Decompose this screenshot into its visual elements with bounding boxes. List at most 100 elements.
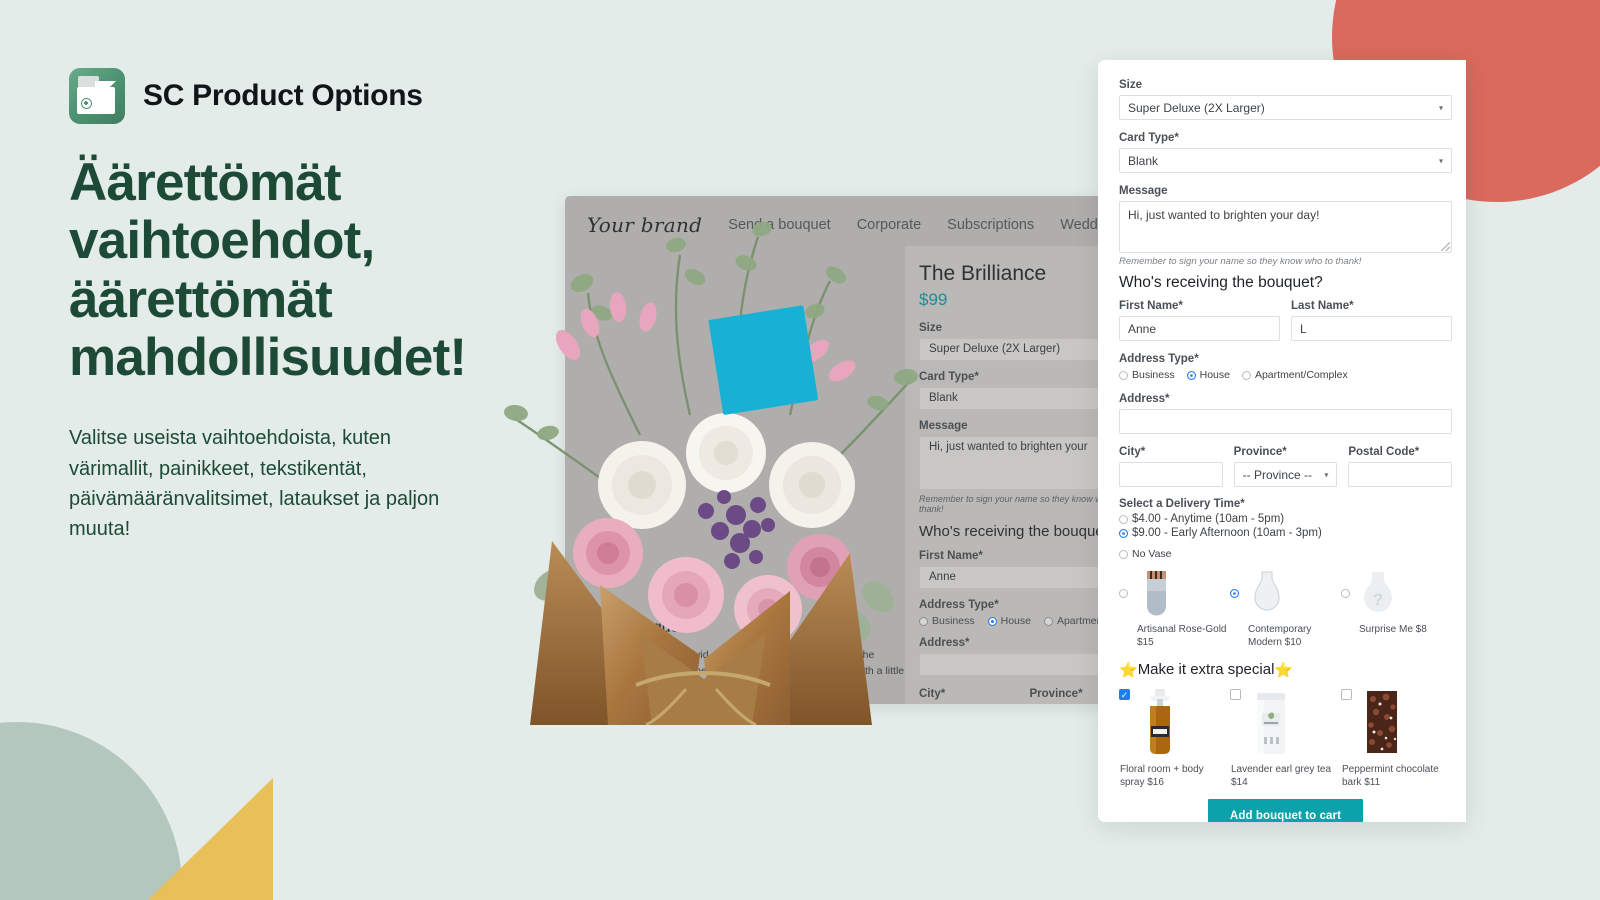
vase-option-surprise-label: Surprise Me $8 bbox=[1358, 624, 1427, 635]
background-product-title: The Brilliance bbox=[919, 262, 1047, 285]
radio-dot-selected-icon bbox=[987, 616, 997, 626]
radio-dot-icon bbox=[1043, 616, 1053, 626]
chevron-down-icon: ▾ bbox=[1438, 156, 1443, 165]
address-label: Address* bbox=[1119, 393, 1170, 405]
background-message-hint: Remember to sign your name so they know … bbox=[919, 494, 1122, 514]
province-select[interactable]: -- Province -- ▾ bbox=[1233, 462, 1338, 487]
extras-options-row: ✓ Floral room + body spray $16 Lavender … bbox=[1119, 687, 1452, 789]
message-textarea[interactable]: Hi, just wanted to brighten your day! bbox=[1119, 201, 1452, 253]
last-name-label: Last Name* bbox=[1291, 300, 1354, 312]
radio-dot-selected-icon bbox=[1229, 589, 1239, 598]
cta-wrap: Add bouquet to cart bbox=[1119, 798, 1452, 822]
province-select-value: -- Province -- bbox=[1242, 467, 1313, 482]
chevron-down-icon: ▾ bbox=[1324, 470, 1329, 479]
chocolate-bark-icon bbox=[1362, 687, 1402, 757]
background-nav-item-2: Subscriptions bbox=[947, 217, 1035, 233]
bouquet-photo bbox=[490, 185, 950, 725]
last-name-input[interactable]: L bbox=[1291, 316, 1452, 341]
vase-option-artisanal-label: Artisanal Rose-Gold $15 bbox=[1137, 624, 1227, 648]
checkbox-icon bbox=[1340, 688, 1352, 700]
address-type-label: Address Type* bbox=[1119, 353, 1199, 365]
product-options-form-panel: Size Super Deluxe (2X Larger) ▾ Card Typ… bbox=[1098, 60, 1466, 822]
vase-option-contemporary-label: Contemporary Modern $10 bbox=[1247, 624, 1312, 648]
extra-option-floral-spray[interactable]: ✓ Floral room + body spray $16 bbox=[1119, 687, 1230, 789]
background-size-select: Super Deluxe (2X Larger) bbox=[919, 338, 1128, 361]
page-root: SC Product Options Äärettömät vaihtoehdo… bbox=[0, 0, 1600, 900]
radio-dot-icon bbox=[1241, 370, 1251, 380]
extras-heading: ⭐ Make it extra special ⭐ bbox=[1119, 661, 1452, 679]
background-radio-house: House bbox=[987, 615, 1031, 627]
address-type-option-house-label: House bbox=[1199, 369, 1230, 381]
delivery-time-option-anytime[interactable]: $4.00 - Anytime (10am - 5pm) bbox=[1119, 513, 1452, 525]
svg-text:?: ? bbox=[1373, 590, 1383, 609]
star-icon: ⭐ bbox=[1119, 661, 1138, 679]
name-fields-row: First Name* Anne Last Name* L bbox=[1119, 300, 1452, 341]
product-options-logo-icon bbox=[69, 68, 125, 124]
city-input[interactable] bbox=[1119, 462, 1223, 487]
card-type-label: Card Type* bbox=[1119, 132, 1179, 144]
vase-rose-gold-icon bbox=[1135, 567, 1177, 619]
vase-option-none[interactable]: No Vase bbox=[1119, 548, 1452, 560]
background-card-type-select: Blank bbox=[919, 387, 1128, 410]
size-select[interactable]: Super Deluxe (2X Larger) ▾ bbox=[1119, 95, 1452, 120]
message-hint: Remember to sign your name so they know … bbox=[1119, 256, 1362, 267]
delivery-time-option-early-afternoon-label: $9.00 - Early Afternoon (10am - 3pm) bbox=[1132, 527, 1322, 539]
brand-row: SC Product Options bbox=[69, 68, 539, 124]
postal-code-label: Postal Code* bbox=[1348, 446, 1420, 458]
background-address-type-radios: Business House Apartment/Complex bbox=[919, 615, 1140, 627]
address-input[interactable] bbox=[1119, 409, 1452, 434]
background-message-label: Message bbox=[919, 420, 968, 432]
address-type-option-house[interactable]: House bbox=[1186, 369, 1230, 381]
vase-contemporary-icon bbox=[1246, 567, 1288, 619]
extra-option-lavender-tea[interactable]: Lavender earl grey tea $14 bbox=[1229, 687, 1341, 789]
background-address-input bbox=[919, 653, 1128, 676]
delivery-time-option-anytime-label: $4.00 - Anytime (10am - 5pm) bbox=[1132, 513, 1285, 525]
vase-option-contemporary[interactable]: Contemporary Modern $10 bbox=[1229, 567, 1341, 650]
checkbox-icon bbox=[1229, 688, 1241, 700]
address-type-option-apartment-label: Apartment/Complex bbox=[1254, 369, 1348, 381]
vase-option-none-label: No Vase bbox=[1132, 548, 1172, 560]
delivery-time-label: Select a Delivery Time* bbox=[1119, 498, 1245, 510]
extra-option-chocolate-bark[interactable]: Peppermint chocolate bark $11 bbox=[1340, 687, 1452, 789]
resize-handle-icon[interactable] bbox=[1441, 242, 1450, 251]
first-name-label: First Name* bbox=[1119, 300, 1183, 312]
extra-option-lavender-tea-label: Lavender earl grey tea $14 bbox=[1230, 763, 1332, 788]
background-product-price: $99 bbox=[919, 290, 948, 309]
first-name-input[interactable]: Anne bbox=[1119, 316, 1280, 341]
address-type-radio-group: Business House Apartment/Complex bbox=[1119, 369, 1452, 381]
radio-dot-icon bbox=[1119, 370, 1128, 380]
brand-name: SC Product Options bbox=[143, 79, 423, 112]
message-label: Message bbox=[1119, 185, 1168, 197]
background-receiving-heading: Who's receiving the bouquet? bbox=[919, 523, 1117, 540]
vase-option-artisanal[interactable]: Artisanal Rose-Gold $15 bbox=[1119, 567, 1230, 650]
address-type-option-business[interactable]: Business bbox=[1119, 369, 1175, 381]
background-radio-house-label: House bbox=[1000, 615, 1031, 627]
delivery-time-option-early-afternoon[interactable]: $9.00 - Early Afternoon (10am - 3pm) bbox=[1119, 527, 1452, 539]
background-first-name-input: Anne bbox=[919, 566, 1128, 589]
extra-option-floral-spray-label: Floral room + body spray $16 bbox=[1120, 763, 1204, 788]
radio-dot-icon bbox=[1119, 549, 1128, 559]
extra-option-chocolate-bark-label: Peppermint chocolate bark $11 bbox=[1341, 763, 1439, 788]
radio-dot-icon bbox=[1119, 514, 1128, 524]
card-type-select[interactable]: Blank ▾ bbox=[1119, 148, 1452, 173]
chevron-down-icon: ▾ bbox=[1438, 103, 1443, 112]
size-label: Size bbox=[1119, 79, 1143, 91]
address-type-option-apartment[interactable]: Apartment/Complex bbox=[1241, 369, 1348, 381]
extras-heading-text: Make it extra special bbox=[1137, 661, 1275, 679]
background-size-label: Size bbox=[919, 322, 943, 334]
decorative-yellow-triangle bbox=[148, 778, 273, 900]
radio-dot-selected-icon bbox=[1119, 528, 1128, 538]
tea-tin-icon bbox=[1251, 687, 1291, 757]
message-textarea-value: Hi, just wanted to brighten your day! bbox=[1128, 208, 1320, 222]
size-select-value: Super Deluxe (2X Larger) bbox=[1128, 100, 1265, 115]
card-type-select-value: Blank bbox=[1128, 153, 1159, 168]
marketing-column: SC Product Options Äärettömät vaihtoehdo… bbox=[69, 68, 539, 545]
star-icon: ⭐ bbox=[1274, 661, 1294, 679]
background-address-type-label: Address Type* bbox=[919, 599, 999, 611]
vase-option-surprise[interactable]: ? Surprise Me $8 bbox=[1340, 567, 1452, 650]
last-name-value: L bbox=[1300, 321, 1307, 336]
hero-subcopy: Valitse useista vaihtoehdoista, kuten vä… bbox=[69, 427, 440, 541]
add-to-cart-button[interactable]: Add bouquet to cart bbox=[1207, 798, 1364, 822]
postal-code-input[interactable] bbox=[1348, 462, 1453, 487]
receiving-heading: Who's receiving the bouquet? bbox=[1119, 274, 1323, 291]
